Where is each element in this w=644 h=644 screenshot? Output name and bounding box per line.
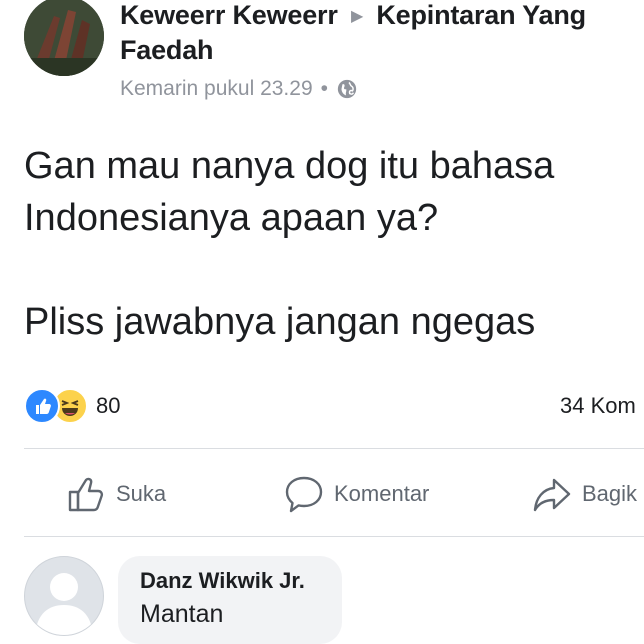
comment-icon xyxy=(285,476,323,513)
post-author-line: Keweerr Keweerr ▶ Kepintaran Yang Faedah xyxy=(120,0,640,65)
reaction-summary[interactable]: 80 xyxy=(24,388,120,424)
like-button[interactable]: Suka xyxy=(66,474,166,514)
post-paragraph: Pliss jawabnya jangan ngegas xyxy=(24,301,536,343)
globe-icon[interactable] xyxy=(336,78,358,100)
share-arrow-icon xyxy=(533,478,571,512)
comment-bubble: Danz Wikwik Jr. Mantan xyxy=(118,556,342,644)
comment-button[interactable]: Komentar xyxy=(284,474,429,514)
meta-separator: • xyxy=(320,77,328,100)
arrow-right-icon: ▶ xyxy=(350,8,364,25)
post-author-name[interactable]: Keweerr Keweerr xyxy=(120,0,338,30)
comment-author-name[interactable]: Danz Wikwik Jr. xyxy=(140,568,305,594)
share-button[interactable]: Bagik xyxy=(532,474,637,514)
share-button-label: Bagik xyxy=(582,481,638,506)
group-avatar-image xyxy=(24,0,104,76)
post-body: Gan mau nanya dog itu bahasa Indonesiany… xyxy=(24,140,634,348)
comment-text: Mantan xyxy=(140,600,224,628)
thumbs-up-icon xyxy=(68,477,104,512)
divider xyxy=(24,536,644,537)
comment-count[interactable]: 34 Kom xyxy=(560,393,636,419)
post-header: Keweerr Keweerr ▶ Kepintaran Yang Faedah… xyxy=(120,0,640,101)
action-bar: Suka Komentar Bagik xyxy=(0,466,644,526)
default-user-icon xyxy=(35,573,93,635)
group-avatar[interactable] xyxy=(24,0,104,76)
reaction-count: 80 xyxy=(96,393,121,418)
post-paragraph: Gan mau nanya dog itu bahasa Indonesiany… xyxy=(24,145,555,239)
commenter-avatar[interactable] xyxy=(24,556,104,636)
post-timestamp[interactable]: Kemarin pukul 23.29 xyxy=(120,77,313,101)
like-reaction-icon xyxy=(24,388,60,424)
comment-button-label: Komentar xyxy=(334,481,430,506)
like-button-label: Suka xyxy=(116,481,167,506)
divider xyxy=(24,448,644,449)
post-meta: Kemarin pukul 23.29 • xyxy=(120,77,640,101)
